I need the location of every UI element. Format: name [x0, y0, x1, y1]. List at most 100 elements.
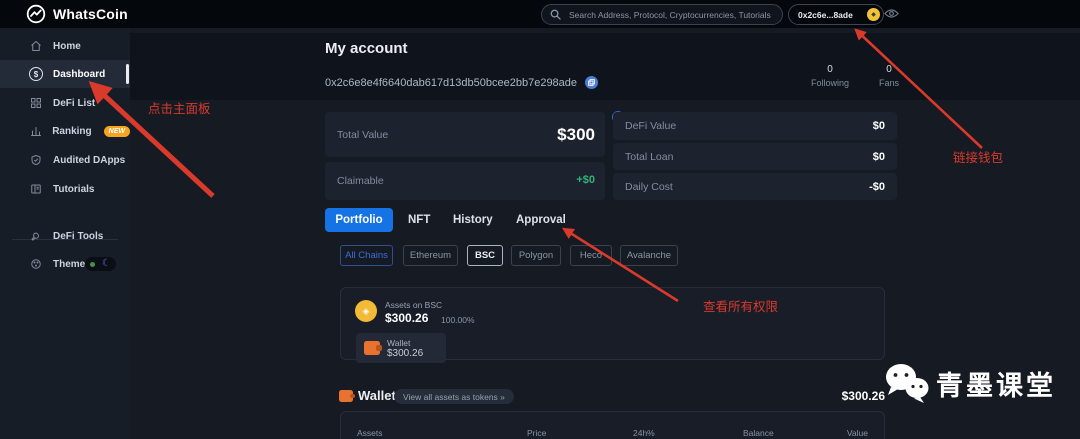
sidebar-item-label: Audited DApps [53, 155, 125, 166]
tab-nft[interactable]: NFT [408, 208, 430, 232]
annotation-wallet: 链接钱包 [953, 147, 1003, 166]
chain-chip-ethereum[interactable]: Ethereum [403, 245, 458, 266]
column-header-balance: Balance [743, 428, 774, 438]
chain-chip-bsc[interactable]: BSC [467, 245, 503, 266]
wallet-address-short: 0x2c6e...8ade [798, 10, 853, 20]
wechat-logo-icon [884, 362, 930, 404]
sidebar-item-label: Ranking [52, 126, 91, 137]
bar-chart-icon [29, 125, 42, 137]
defi-value-label: DeFi Value [625, 120, 676, 132]
tab-history[interactable]: History [453, 208, 493, 232]
annotation-dashboard: 点击主面板 [148, 98, 211, 117]
defi-value-card: DeFi Value $0 [613, 112, 897, 140]
wallet-assets-table: Assets Price 24h% Balance Value [340, 411, 885, 439]
sidebar-item-audited-dapps[interactable]: Audited DApps [0, 146, 130, 174]
column-header-24h: 24h% [633, 428, 655, 438]
chain-chip-avalanche[interactable]: Avalanche [620, 245, 678, 266]
following-label: Following [803, 78, 857, 88]
fans-label: Fans [862, 78, 916, 88]
chain-chip-polygon[interactable]: Polygon [511, 245, 561, 266]
wallet-section-title: Wallet [358, 388, 396, 403]
grid-icon [29, 97, 43, 109]
total-value: $300 [557, 125, 595, 145]
total-loan-card: Total Loan $0 [613, 143, 897, 170]
top-bar: WhatsCoin 0x2c6e...8ade ◆ [0, 0, 1080, 28]
chain-chip-all-chains[interactable]: All Chains [340, 245, 393, 266]
app-name: WhatsCoin [53, 6, 128, 22]
total-loan-label: Total Loan [625, 151, 673, 163]
account-address: 0x2c6e8e4f6640dab617d13db50bcee2bb7e298a… [325, 77, 577, 89]
sidebar-item-theme[interactable]: Theme ☾ [0, 250, 130, 278]
following-count: 0 [803, 64, 857, 75]
dark-mode-moon-icon: ☾ [102, 259, 111, 269]
sidebar-item-tutorials[interactable]: Tutorials [0, 175, 130, 203]
sidebar-item-defi-tools[interactable]: DeFi Tools [0, 222, 130, 250]
home-icon [29, 40, 43, 52]
claimable-label: Claimable [337, 175, 384, 187]
watermark-text: 青墨课堂 [936, 364, 1056, 403]
sidebar-item-home[interactable]: Home [0, 32, 130, 60]
sidebar-item-dashboard[interactable]: $ Dashboard [0, 60, 130, 88]
watermark: 青墨课堂 [884, 362, 1056, 404]
theme-toggle[interactable]: ☾ [85, 257, 116, 271]
wallet-section-icon [339, 390, 353, 402]
fans-stat[interactable]: 0 Fans [862, 64, 916, 88]
column-header-value: Value [847, 428, 868, 438]
assets-group-label: Assets on BSC [385, 300, 442, 310]
shield-check-icon [29, 154, 43, 166]
annotation-approval: 查看所有权限 [703, 296, 778, 315]
search-input[interactable] [567, 9, 774, 21]
wrench-icon [29, 230, 43, 242]
daily-cost-label: Daily Cost [625, 181, 673, 193]
new-badge: NEW [104, 126, 130, 137]
total-value-label: Total Value [337, 129, 388, 141]
theme-palette-icon [29, 258, 43, 270]
following-stat[interactable]: 0 Following [803, 64, 857, 88]
sidebar-item-label: DeFi List [53, 98, 95, 109]
eye-icon[interactable] [884, 8, 899, 19]
column-header-price: Price [527, 428, 546, 438]
bnb-chain-icon: ◆ [867, 8, 880, 21]
daily-cost-card: Daily Cost -$0 [613, 173, 897, 200]
sidebar-item-label: Home [53, 41, 81, 52]
sidebar-item-label: Tutorials [53, 184, 94, 195]
wallet-subcard-value: $300.26 [387, 348, 423, 359]
wallet-total-value: $300.26 [825, 389, 885, 403]
assets-group-percent: 100.00% [441, 315, 475, 325]
search-box[interactable] [541, 4, 783, 25]
wallet-subcard[interactable]: Wallet $300.26 [356, 333, 446, 363]
chain-chip-heco[interactable]: Heco [570, 245, 612, 266]
claimable-value: +$0 [576, 174, 595, 186]
book-icon [29, 183, 43, 195]
sidebar-item-ranking[interactable]: Ranking NEW [0, 117, 130, 145]
sidebar-item-label: Dashboard [53, 69, 105, 80]
fans-count: 0 [862, 64, 916, 75]
sidebar-item-label: Theme [53, 259, 85, 270]
copy-address-icon[interactable] [585, 76, 598, 89]
tab-portfolio[interactable]: Portfolio [325, 208, 393, 232]
app-logo[interactable]: WhatsCoin [26, 4, 128, 24]
search-icon [550, 9, 561, 20]
tab-approval[interactable]: Approval [516, 208, 566, 232]
column-header-assets: Assets [357, 428, 383, 438]
connected-wallet-button[interactable]: 0x2c6e...8ade ◆ [788, 4, 884, 25]
assets-group-value: $300.26 [385, 311, 428, 325]
view-all-assets-button[interactable]: View all assets as tokens » [394, 389, 514, 404]
account-header-section [130, 33, 1080, 100]
defi-value: $0 [873, 120, 885, 132]
wallet-icon [364, 341, 380, 355]
active-item-indicator [126, 64, 129, 84]
sidebar: Home $ Dashboard DeFi List [0, 28, 130, 439]
whatscoin-logo-icon [26, 4, 46, 24]
wallet-subcard-label: Wallet [387, 338, 410, 348]
dashboard-dollar-icon: $ [29, 67, 43, 81]
assets-on-bsc-box: ◈ Assets on BSC $300.26 100.00% Wallet $… [340, 287, 885, 360]
light-mode-icon [90, 262, 95, 267]
claimable-card: Claimable +$0 [325, 162, 605, 200]
account-address-row: 0x2c6e8e4f6640dab617d13db50bcee2bb7e298a… [325, 76, 598, 89]
daily-cost-value: -$0 [869, 181, 885, 193]
page-title: My account [325, 40, 408, 57]
whatscoin-dashboard: WhatsCoin 0x2c6e...8ade ◆ [0, 0, 1080, 439]
bnb-token-icon: ◈ [355, 300, 377, 322]
sidebar-item-defi-list[interactable]: DeFi List [0, 89, 130, 117]
